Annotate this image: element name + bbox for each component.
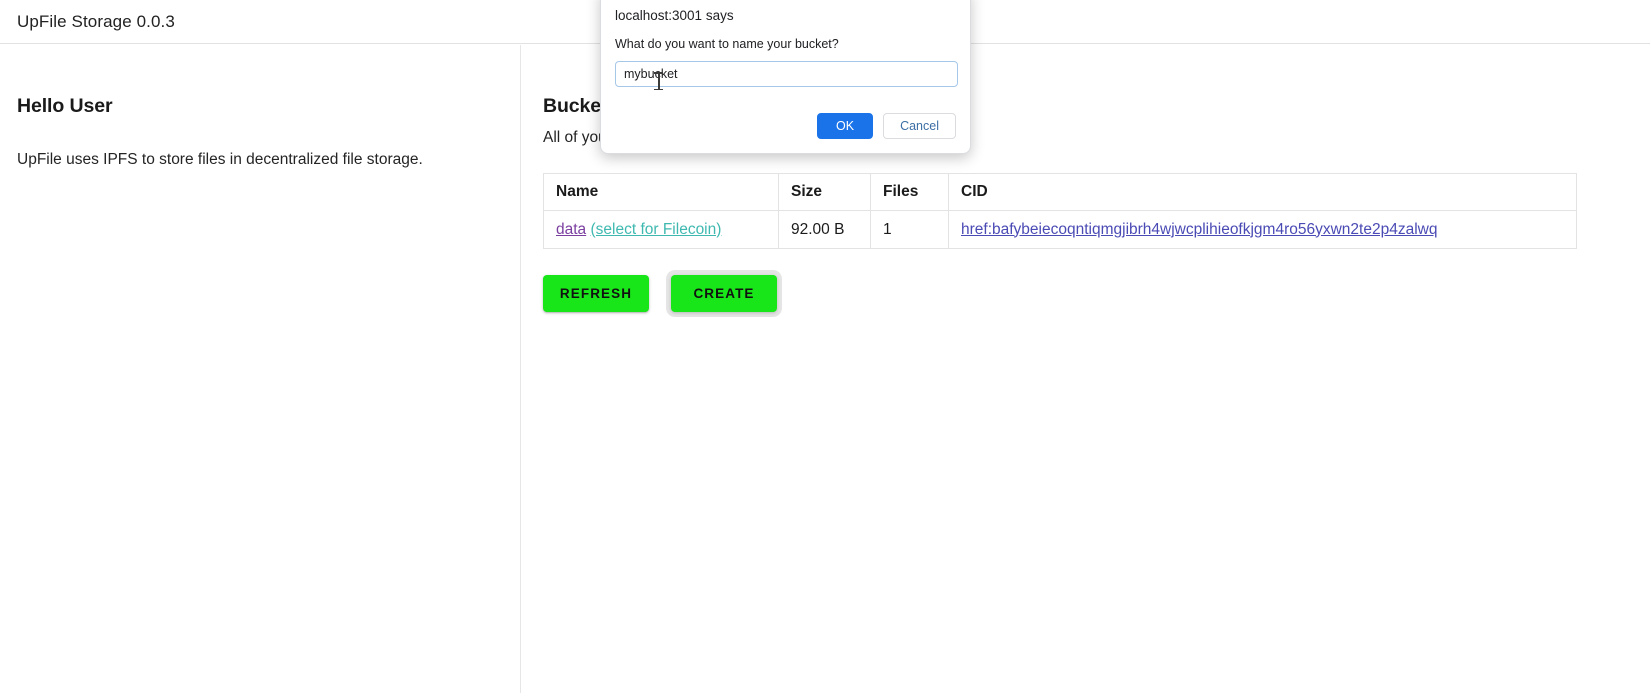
column-header-files: Files [870,173,949,211]
bucket-name-input[interactable] [615,61,958,87]
table-row: data (select for Filecoin) 92.00 B 1 hre… [543,210,1577,249]
column-header-name: Name [543,173,779,211]
cell-bucket-size: 92.00 B [778,210,871,249]
bucket-cid-link[interactable]: href:bafybeiecoqntiqmgjibrh4wjwcplihieof… [961,221,1437,238]
buckets-table: Name Size Files CID data (select for Fil… [543,173,1577,249]
app-description: UpFile uses IPFS to store files in decen… [17,151,423,168]
column-header-size: Size [778,173,871,211]
cell-bucket-cid: href:bafybeiecoqntiqmgjibrh4wjwcplihieof… [948,210,1577,249]
table-body: data (select for Filecoin) 92.00 B 1 hre… [543,210,1577,249]
cell-bucket-files: 1 [870,210,949,249]
dialog-ok-button[interactable]: OK [817,113,874,139]
dialog-message: What do you want to name your bucket? [615,37,839,51]
column-header-cid: CID [948,173,1577,211]
app-title: UpFile Storage 0.0.3 [17,11,175,31]
greeting-heading: Hello User [17,95,113,117]
dialog-buttons: OK Cancel [615,113,956,139]
dialog-origin-label: localhost:3001 says [615,8,734,23]
cell-bucket-name: data (select for Filecoin) [543,210,779,249]
browser-prompt-dialog: localhost:3001 says What do you want to … [600,0,971,154]
table-header: Name Size Files CID [543,173,1577,211]
table-header-row: Name Size Files CID [543,173,1577,211]
create-button[interactable]: CREATE [671,275,777,312]
left-panel: Hello User UpFile uses IPFS to store fil… [0,45,521,693]
bucket-name-link[interactable]: data [556,221,586,238]
bucket-actions: REFRESH CREATE [543,275,1650,312]
select-for-filecoin-link[interactable]: (select for Filecoin) [590,221,721,238]
refresh-button[interactable]: REFRESH [543,275,649,312]
dialog-cancel-button[interactable]: Cancel [883,113,956,139]
